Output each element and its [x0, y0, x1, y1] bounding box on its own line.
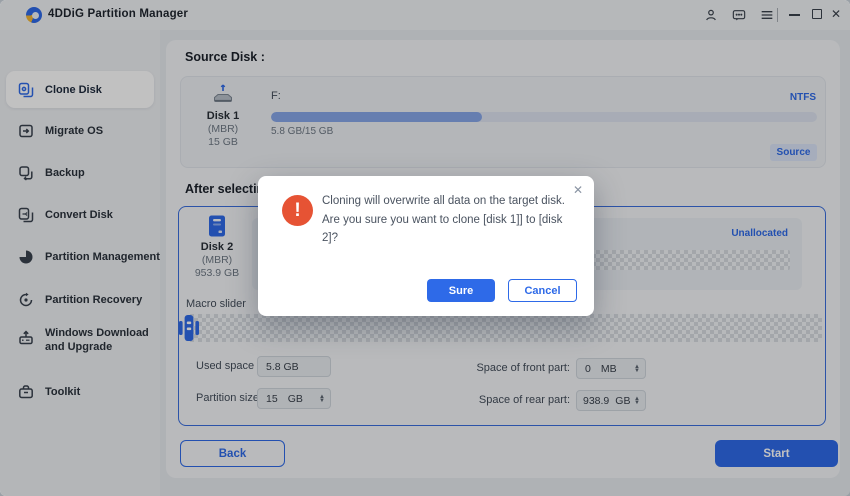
warning-icon: ! [282, 195, 313, 226]
sure-button[interactable]: Sure [427, 279, 495, 302]
cancel-button[interactable]: Cancel [508, 279, 577, 302]
dialog-message: Cloning will overwrite all data on the t… [322, 195, 565, 245]
app-window: 4DDiG Partition Manager ✕ Clone Disk Mig… [0, 0, 850, 496]
confirm-dialog: ✕ ! Cloning will overwrite all data on t… [258, 176, 594, 316]
